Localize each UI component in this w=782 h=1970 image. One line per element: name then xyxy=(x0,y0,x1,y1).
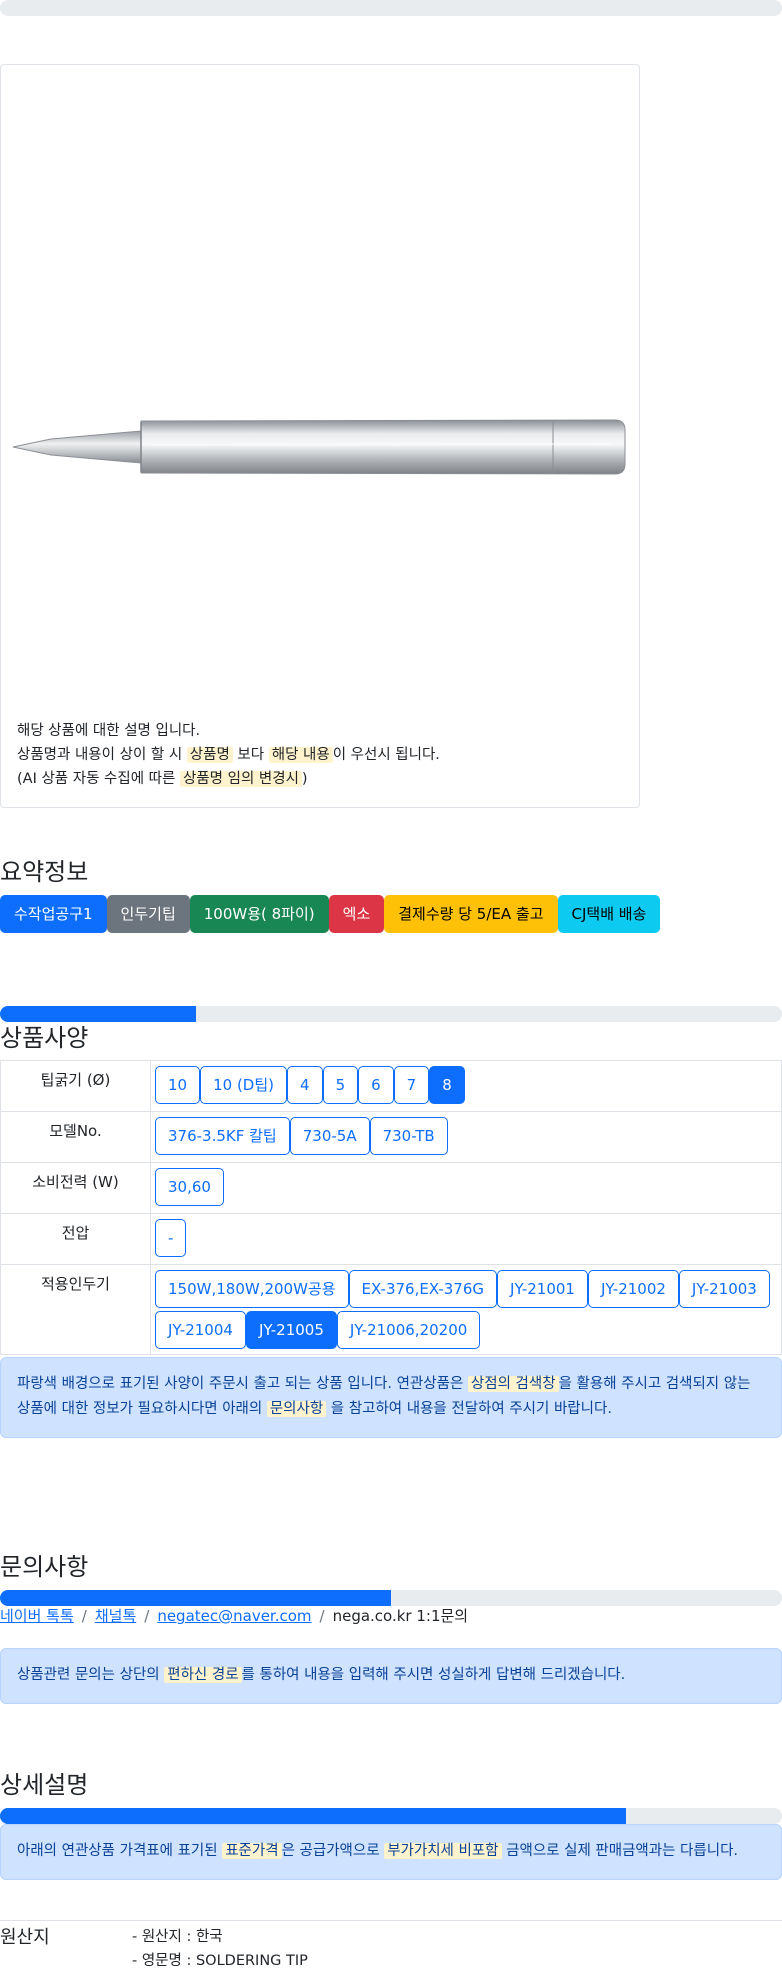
spec-option[interactable]: JY-21001 xyxy=(497,1270,588,1308)
inquiry-notice-text: 상품관련 문의는 상단의 xyxy=(17,1667,165,1683)
spec-option[interactable]: 376-3.5KF 칼팁 xyxy=(155,1117,290,1155)
spec-option[interactable]: 30,60 xyxy=(155,1168,224,1206)
spec-option[interactable]: 150W,180W,200W공용 xyxy=(155,1270,349,1308)
spec-row: 전압 - xyxy=(0,1213,782,1265)
summary-badge: 수작업공구1 xyxy=(0,895,107,933)
spec-options: - xyxy=(150,1213,782,1265)
specs-notice-highlight: 문의사항 xyxy=(266,1401,327,1417)
summary-badge: 인두기팁 xyxy=(106,895,190,933)
detail-notice-text: 은 공급가액으로 xyxy=(281,1843,385,1859)
detail-notice: 아래의 연관상품 가격표에 표기된 표준가격 은 공급가액으로 부가가치세 비포함… xyxy=(0,1824,782,1880)
description-text: 해당 상품에 대한 설명 입니다. xyxy=(17,723,201,739)
detail-progress-fill xyxy=(0,1808,626,1824)
specs-title: 상품사양 xyxy=(0,1024,89,1052)
spec-row: 모델No. 376-3.5KF 칼팁 730-5A 730-TB xyxy=(0,1111,782,1163)
inquiry-title: 문의사항 xyxy=(0,1553,89,1581)
product-image-description: 해당 상품에 대한 설명 입니다. 상품명과 내용이 상이 할 시 상품명 보다 … xyxy=(17,719,440,791)
spec-option[interactable]: 730-TB xyxy=(369,1117,448,1155)
spec-label: 팁굵기 (Ø) xyxy=(0,1060,151,1112)
inquiry-notice-highlight: 편하신 경로 xyxy=(164,1667,242,1683)
spec-options: 150W,180W,200W공용 EX-376,EX-376G JY-21001 JY… xyxy=(150,1264,782,1355)
summary-badge: 결제수량 당 5/EA 출고 xyxy=(384,895,558,933)
spec-option[interactable]: - xyxy=(155,1219,187,1257)
summary-title: 요약정보 xyxy=(0,858,89,886)
summary-badge: 100W용( 8파이) xyxy=(189,895,329,933)
description-text: ) xyxy=(301,771,308,787)
spec-options: 30,60 xyxy=(150,1162,782,1214)
origin-label: 원산지 xyxy=(0,1927,50,1948)
origin-values: - 원산지 : 한국 - 영문명 : SOLDERING TIP xyxy=(132,1925,308,1970)
inquiry-progress xyxy=(0,1590,782,1606)
top-progress-bar xyxy=(0,0,782,16)
summary-badge: CJ택배 배송 xyxy=(557,895,661,933)
spec-options: 10 10 (D팁) 4 5 6 7 8 xyxy=(150,1060,782,1112)
spec-option[interactable]: JY-21004 xyxy=(155,1311,246,1349)
summary-badges: 수작업공구1 인두기팁 100W용( 8파이) 엑소 결제수량 당 5/EA 출고 CJ택… xyxy=(0,895,661,933)
specs-notice-text: 을 참고하여 내용을 전달하여 주시기 바랍니다. xyxy=(326,1401,612,1417)
origin-value: - 영문명 : SOLDERING TIP xyxy=(132,1953,308,1969)
spec-label: 전압 xyxy=(0,1213,151,1265)
description-text: 상품명과 내용이 상이 할 시 xyxy=(17,747,187,763)
spec-option[interactable]: JY-21002 xyxy=(587,1270,679,1308)
description-line: 상품명과 내용이 상이 할 시 상품명 보다 해당 내용 이 우선시 됩니다. xyxy=(17,743,440,767)
link-separator: / xyxy=(319,1607,325,1625)
spec-option[interactable]: JY-21006,20200 xyxy=(336,1311,481,1349)
description-text: 보다 xyxy=(232,747,269,763)
spec-label: 소비전력 (W) xyxy=(0,1162,151,1214)
spec-option[interactable]: 6 xyxy=(358,1066,394,1104)
summary-badge: 엑소 xyxy=(328,895,385,933)
specs-notice-text: 파랑색 배경으로 표기된 사양이 주문시 출고 되는 상품 입니다. 연관상품은 xyxy=(17,1376,468,1392)
spec-options: 376-3.5KF 칼팁 730-5A 730-TB xyxy=(150,1111,782,1163)
spec-row: 팁굵기 (Ø) 10 10 (D팁) 4 5 6 7 8 xyxy=(0,1060,782,1112)
inquiry-text: nega.co.kr 1:1문의 xyxy=(332,1607,469,1625)
detail-notice-highlight: 부가가치세 비포함 xyxy=(384,1843,502,1859)
specs-progress xyxy=(0,1006,782,1022)
detail-notice-text: 금액으로 실제 판매금액과는 다릅니다. xyxy=(501,1843,739,1859)
spec-option-selected[interactable]: JY-21005 xyxy=(245,1311,337,1349)
spec-label: 적용인두기 xyxy=(0,1264,151,1355)
specs-table: 팁굵기 (Ø) 10 10 (D팁) 4 5 6 7 8 모델No. 376-3.5KF 칼팁 73… xyxy=(0,1060,782,1355)
description-text: 이 우선시 됩니다. xyxy=(332,747,440,763)
detail-notice-text: 아래의 연관상품 가격표에 표기된 xyxy=(17,1843,223,1859)
description-line: 해당 상품에 대한 설명 입니다. xyxy=(17,719,440,743)
spec-option[interactable]: 10 (D팁) xyxy=(200,1066,288,1104)
inquiry-notice-text: 를 통하여 내용을 입력해 주시면 성실하게 답변해 드리겠습니다. xyxy=(241,1667,626,1683)
spec-option[interactable]: JY-21003 xyxy=(678,1270,770,1308)
spec-label: 모델No. xyxy=(0,1111,151,1163)
inquiry-links: 네이버 톡톡 / 채널톡 / negatec@naver.com / nega.co.kr … xyxy=(0,1605,468,1626)
inquiry-progress-fill xyxy=(0,1590,391,1606)
inquiry-link[interactable]: negatec@naver.com xyxy=(157,1607,311,1625)
link-separator: / xyxy=(144,1607,150,1625)
specs-notice: 파랑색 배경으로 표기된 사양이 주문시 출고 되는 상품 입니다. 연관상품은… xyxy=(0,1357,782,1438)
spec-option-selected[interactable]: 8 xyxy=(429,1066,465,1104)
spec-row: 소비전력 (W) 30,60 xyxy=(0,1162,782,1214)
origin-value: - 원산지 : 한국 xyxy=(132,1929,223,1945)
inquiry-link[interactable]: 네이버 톡톡 xyxy=(0,1607,74,1625)
product-image-card: 해당 상품에 대한 설명 입니다. 상품명과 내용이 상이 할 시 상품명 보다 … xyxy=(0,64,640,808)
detail-notice-highlight: 표준가격 xyxy=(222,1843,282,1859)
spec-option[interactable]: 5 xyxy=(322,1066,359,1104)
description-line: (AI 상품 자동 수집에 따른 상품명 임의 변경시) xyxy=(17,767,440,791)
inquiry-link[interactable]: 채널톡 xyxy=(95,1607,136,1625)
spec-option[interactable]: 730-5A xyxy=(289,1117,370,1155)
spec-option[interactable]: 4 xyxy=(287,1066,323,1104)
specs-notice-highlight: 상점의 검색창 xyxy=(467,1376,559,1392)
detail-title: 상세설명 xyxy=(0,1771,89,1799)
link-separator: / xyxy=(81,1607,87,1625)
origin-row: 원산지 - 원산지 : 한국 - 영문명 : SOLDERING TIP xyxy=(0,1920,782,1969)
inquiry-notice: 상품관련 문의는 상단의 편하신 경로 를 통하여 내용을 입력해 주시면 성실하… xyxy=(0,1648,782,1704)
description-highlight: 상품명 임의 변경시 xyxy=(179,771,302,787)
description-highlight: 해당 내용 xyxy=(268,747,333,763)
spec-option[interactable]: 10 xyxy=(155,1066,201,1104)
detail-progress xyxy=(0,1808,782,1824)
spec-option[interactable]: EX-376,EX-376G xyxy=(348,1270,498,1308)
description-text: (AI 상품 자동 수집에 따른 xyxy=(17,771,180,787)
spec-option[interactable]: 7 xyxy=(393,1066,430,1104)
soldering-tip-image xyxy=(12,419,626,475)
description-highlight: 상품명 xyxy=(186,747,233,763)
spec-row: 적용인두기 150W,180W,200W공용 EX-376,EX-376G JY-21… xyxy=(0,1264,782,1355)
